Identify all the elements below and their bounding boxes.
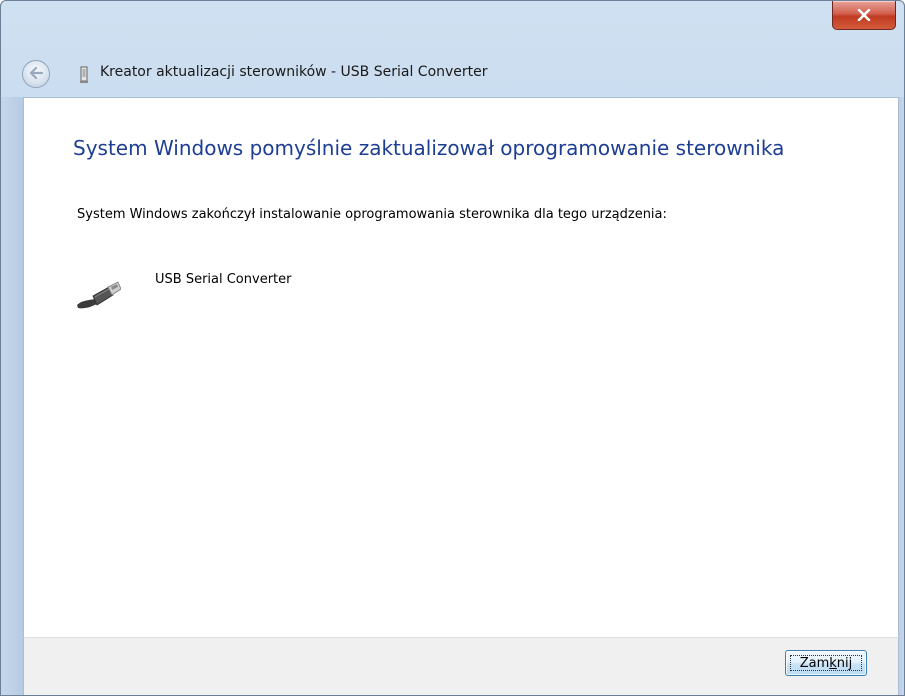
window-frame-left xyxy=(1,97,23,695)
usb-plug-icon xyxy=(75,281,122,315)
window-title: Kreator aktualizacji sterowników - USB S… xyxy=(100,64,488,80)
close-icon xyxy=(857,9,871,21)
wizard-content: System Windows pomyślnie zaktualizował o… xyxy=(23,97,899,637)
window-close-button[interactable] xyxy=(832,1,896,30)
status-message: System Windows zakończył instalowanie op… xyxy=(77,207,667,222)
close-button[interactable]: Zamknij xyxy=(785,650,867,676)
page-heading: System Windows pomyślnie zaktualizował o… xyxy=(73,136,785,160)
back-button[interactable] xyxy=(22,60,50,88)
back-arrow-icon xyxy=(28,65,44,84)
wizard-window: Kreator aktualizacji sterowników - USB S… xyxy=(0,0,905,696)
close-button-label: Zamknij xyxy=(799,655,853,671)
device-name: USB Serial Converter xyxy=(155,272,292,287)
wizard-icon xyxy=(79,66,89,84)
wizard-footer: Zamknij xyxy=(23,637,899,695)
wizard-navigation-bar: Kreator aktualizacji sterowników - USB S… xyxy=(1,51,904,97)
